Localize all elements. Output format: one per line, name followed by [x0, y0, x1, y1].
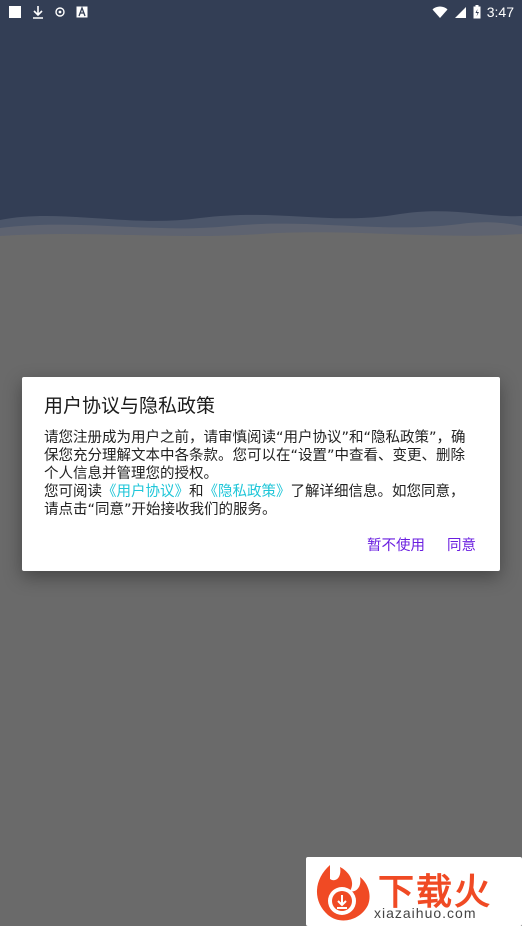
watermark-url: xiazaihuo.com — [374, 905, 477, 921]
privacy-dialog: 用户协议与隐私政策 请您注册成为用户之前，请审慎阅读“用户协议”和“隐私政策”，… — [22, 377, 500, 571]
dialog-body-paragraph-2: 您可阅读《用户协议》和《隐私政策》了解详细信息。如您同意，请点击“同意”开始接收… — [44, 483, 478, 519]
decline-button[interactable]: 暂不使用 — [367, 534, 425, 555]
and-text: 和 — [189, 484, 204, 500]
wifi-icon — [432, 6, 448, 18]
bug-icon — [55, 7, 65, 17]
flame-logo-icon — [316, 865, 370, 921]
privacy-policy-link[interactable]: 《隐私政策》 — [204, 484, 291, 500]
status-bar: 3:47 — [0, 0, 522, 24]
user-agreement-link[interactable]: 《用户协议》 — [102, 484, 189, 500]
dialog-body-paragraph-1: 请您注册成为用户之前，请审慎阅读“用户协议”和“隐私政策”，确保您充分理解文本中… — [44, 430, 466, 482]
read-prefix: 您可阅读 — [44, 484, 102, 500]
wave-decoration — [0, 211, 522, 244]
agree-button[interactable]: 同意 — [447, 534, 476, 555]
header-banner — [0, 24, 522, 244]
clock: 3:47 — [486, 4, 514, 20]
download-icon — [33, 6, 43, 19]
battery-icon — [473, 5, 481, 19]
dialog-title: 用户协议与隐私政策 — [44, 395, 216, 417]
signal-icon — [454, 6, 466, 18]
dialog-body: 请您注册成为用户之前，请审慎阅读“用户协议”和“隐私政策”，确保您充分理解文本中… — [44, 429, 478, 519]
a-icon — [76, 6, 88, 18]
dialog-actions: 暂不使用 同意 — [367, 534, 476, 555]
square-icon — [9, 6, 21, 18]
site-watermark: 下载火 xiazaihuo.com — [306, 857, 522, 926]
